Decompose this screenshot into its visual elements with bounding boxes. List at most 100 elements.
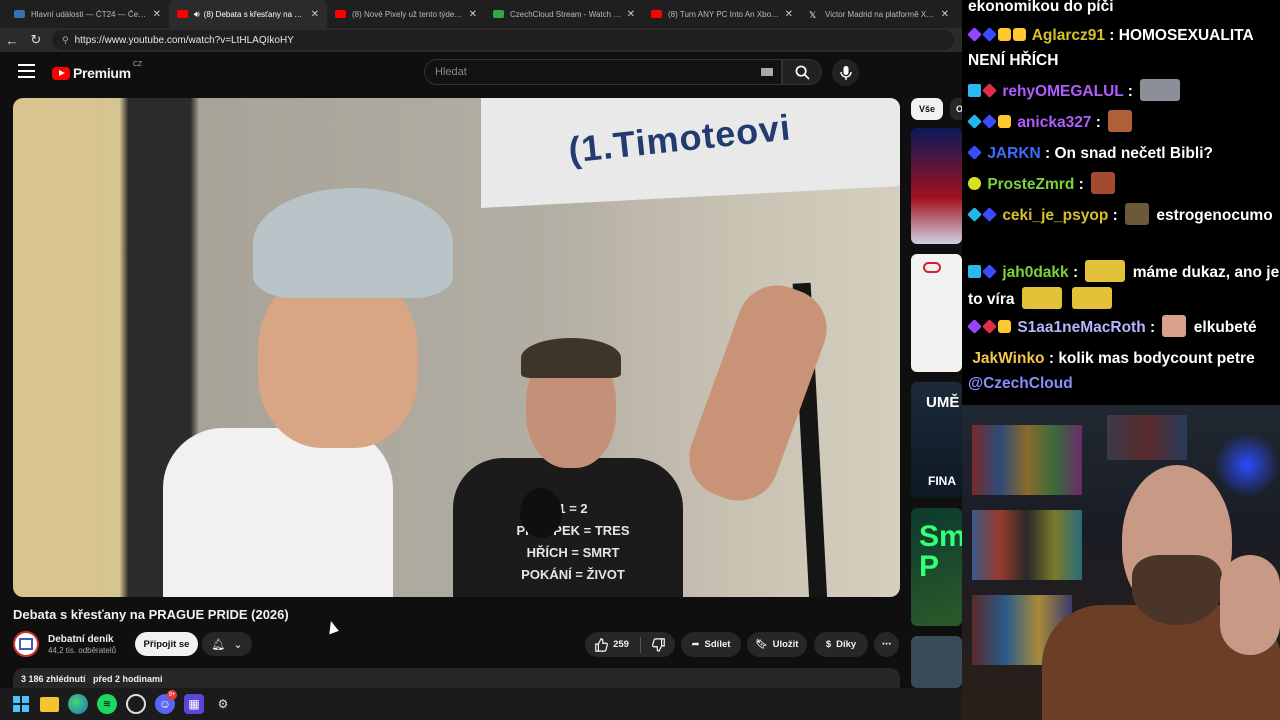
tab-youtube-debata[interactable]: 🔊︎ (8) Debata s křesťany na PRAG ✕ [169,0,327,28]
chevron-down-icon: ⌄ [233,638,243,651]
app-grid-icon[interactable]: ▦ [184,694,204,714]
search-button[interactable] [782,59,822,85]
tab-x-victor[interactable]: 𝕏 Victor Madrid na platformě X: „@l ✕ [801,0,957,28]
recommended-thumbnail[interactable] [911,254,962,372]
sub-badge-icon [967,27,982,42]
chat-text: On snad nečetl Bibli? [1054,145,1213,162]
recommended-thumbnail[interactable]: Sm P [911,508,962,626]
recommended-thumbnail[interactable] [911,636,962,688]
thumbnail-text: Sm P [919,520,962,583]
chat-message: ProsteZmrd : [968,172,1280,198]
chat-text: kolik mas bodycount petre [1058,350,1255,367]
reload-icon[interactable]: ↻ [24,32,48,48]
chat-username[interactable]: S1aa1neMacRoth [1017,319,1145,336]
bits-badge-icon [998,28,1011,41]
more-actions-button[interactable]: ⋯ [874,632,899,657]
join-button[interactable]: Připojit se [135,632,198,656]
streamer-beard [1132,555,1222,625]
share-label: Sdílet [704,639,731,650]
webcam-bookshelf [972,510,1082,580]
channel-name[interactable]: Debatní deník [48,634,116,645]
close-icon[interactable]: ✕ [941,9,949,20]
tab-ct24[interactable]: Hlavní události — ČT24 — Česká ✕ [6,0,169,28]
streamer-hand [1220,555,1280,655]
chat-username[interactable]: rehyOMEGALUL [1002,83,1123,100]
close-icon[interactable]: ✕ [627,9,635,20]
chat-username[interactable]: ProsteZmrd [987,176,1074,193]
channel-avatar[interactable] [13,631,39,657]
tab-youtube-xbox[interactable]: (8) Turn ANY PC Into An Xbox! HU ✕ [643,0,801,28]
close-icon[interactable]: ✕ [153,9,161,20]
post-date: před 2 hodinami [93,674,163,684]
chat-message: ceki_je_psyop : estrogenocumo [967,203,1280,229]
windows-start-icon[interactable] [11,694,31,714]
file-explorer-icon[interactable] [40,696,59,712]
chat-username[interactable]: ceki_je_psyop [1002,207,1108,224]
site-info-icon[interactable]: ⚲ [62,35,69,46]
thanks-button[interactable]: $ Díky [814,632,868,657]
url-field[interactable]: ⚲ https://www.youtube.com/watch?v=LtHLAQ… [52,30,954,50]
steam-icon[interactable]: ⚙ [213,694,233,714]
bell-icon: 🔔︎ [211,638,226,651]
speaker-icon[interactable]: 🔊︎ [194,9,200,20]
chat-message: rehyOMEGALUL : [968,79,1280,105]
more-icon: ⋯ [881,639,892,650]
sub-badge-icon [982,83,997,98]
recommended-thumbnail[interactable] [911,128,962,244]
filter-chip-all[interactable]: Vše [911,98,943,120]
thumbs-up-icon [595,637,609,652]
chat-username[interactable]: JARKN [987,145,1040,162]
close-icon[interactable]: ✕ [469,9,477,20]
emote-image [1021,287,1062,309]
like-button[interactable]: 259 [594,637,629,652]
search-input[interactable]: Hledat [424,59,782,85]
discord-icon[interactable]: ☺ 9+ [155,690,177,714]
boost-badge-icon [968,265,981,278]
obs-icon[interactable] [126,694,146,714]
browser-window: Hlavní události — ČT24 — Česká ✕ 🔊︎ (8) … [0,0,962,688]
save-button[interactable]: 🔖︎ Uložit [747,632,807,657]
tab-title: (8) Turn ANY PC Into An Xbox! HU [668,9,780,19]
close-icon[interactable]: ✕ [785,9,793,20]
recommended-thumbnail[interactable]: UMĚ FINA [911,382,962,498]
chat-username[interactable]: Aglarcz91 [1032,27,1105,44]
streamer-webcam [962,405,1280,720]
menu-icon[interactable] [18,64,35,78]
close-icon[interactable]: ✕ [311,9,319,20]
chat-username[interactable]: anicka327 [1017,114,1091,131]
emote-image [1140,79,1181,101]
chat-mention: @CzechCloud [968,375,1073,392]
share-button[interactable]: ➦ Sdílet [681,632,741,657]
notification-bell-button[interactable]: 🔔︎ ⌄ [202,632,252,656]
url-text: https://www.youtube.com/watch?v=LtHLAQIk… [74,34,294,46]
keyboard-icon[interactable] [761,68,773,76]
spotify-icon[interactable]: ≋ [97,694,117,714]
chat-username[interactable]: jah0dakk [1002,264,1068,281]
address-bar: ← ↻ ⚲ https://www.youtube.com/watch?v=Lt… [0,28,962,52]
youtube-icon [335,10,346,18]
notification-badge: 9+ [167,690,177,700]
edge-browser-icon[interactable] [68,694,88,714]
video-person-right-hair [521,338,621,378]
webcam-bookshelf [1107,415,1187,460]
save-label: Uložit [772,639,799,650]
filter-chip-next[interactable]: O [950,98,962,120]
emote-image [1162,315,1187,337]
description-box[interactable]: 3 186 zhlédnutí před 2 hodinami [13,668,900,688]
youtube-icon [651,10,662,18]
youtube-icon [177,10,188,18]
voice-search-button[interactable] [832,59,859,86]
tab-youtube-pixely[interactable]: (8) Nové Pixely už tento týden.. | R ✕ [327,0,485,28]
thumbs-down-icon[interactable] [651,637,666,652]
search-placeholder: Hledat [435,66,467,78]
tab-czechcloud-stream[interactable]: CzechCloud Stream - Watch Live o ✕ [485,0,643,28]
video-player[interactable]: (1.Timoteovi 1 = 2 PŘ··OPEK = TRES HŘÍCH… [13,98,900,597]
tab-bar: Hlavní události — ČT24 — Česká ✕ 🔊︎ (8) … [0,0,962,28]
sub-badge-icon [967,319,982,334]
youtube-logo[interactable]: Premium CZ [52,61,142,81]
sub-badge-icon [967,207,982,222]
thanks-label: Díky [836,639,857,650]
chat-username[interactable]: JakWinko [972,350,1044,367]
view-count: 3 186 zhlédnutí [21,674,86,684]
back-icon[interactable]: ← [0,33,24,48]
